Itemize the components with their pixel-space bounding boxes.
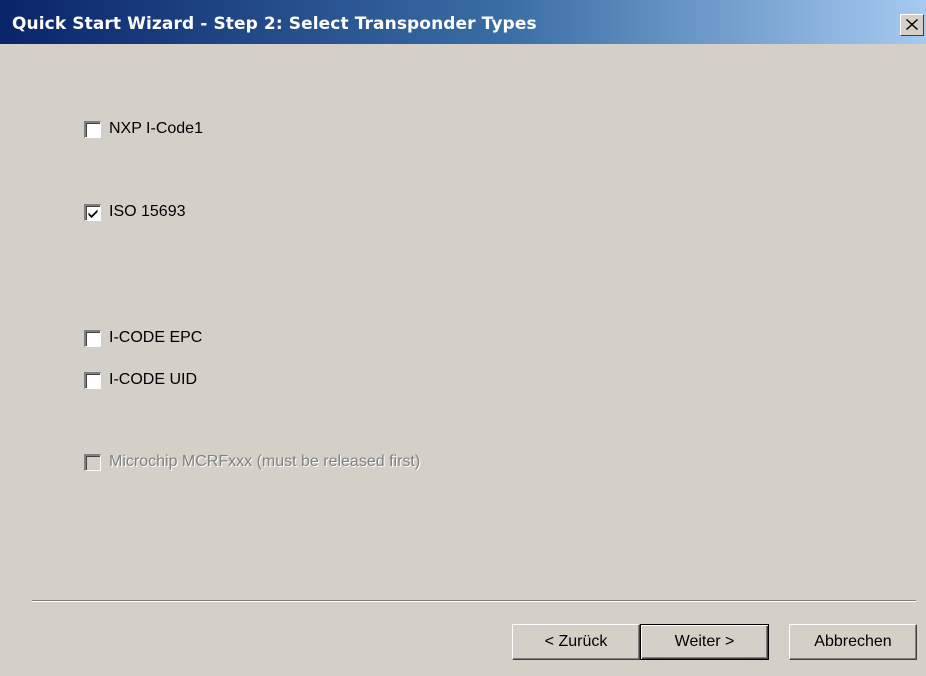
option-label: Microchip MCRFxxx (must be released firs… (109, 453, 421, 470)
option-nxp-icode1[interactable]: NXP I-Code1 (84, 119, 203, 139)
option-icode-epc[interactable]: I-CODE EPC (84, 328, 202, 348)
window-title: Quick Start Wizard - Step 2: Select Tran… (12, 14, 537, 34)
wizard-window: Quick Start Wizard - Step 2: Select Tran… (0, 0, 926, 676)
option-icode-uid[interactable]: I-CODE UID (84, 370, 197, 390)
checkbox-microchip-mcrfxxx (84, 453, 101, 471)
checkbox-nxp-icode1[interactable] (84, 120, 101, 138)
next-button[interactable]: Weiter > (640, 624, 769, 660)
option-microchip-mcrfxxx: Microchip MCRFxxx (must be released firs… (84, 452, 420, 472)
option-iso-15693[interactable]: ISO 15693 (84, 202, 186, 222)
checkbox-icode-epc[interactable] (84, 329, 101, 347)
checkbox-icode-uid[interactable] (84, 371, 101, 389)
title-bar: Quick Start Wizard - Step 2: Select Tran… (0, 0, 926, 44)
checkbox-iso-15693[interactable] (84, 203, 101, 221)
checkmark-icon (88, 209, 98, 218)
cancel-button[interactable]: Abbrechen (789, 624, 917, 660)
option-label: I-CODE EPC (109, 329, 203, 346)
option-label: ISO 15693 (109, 203, 186, 220)
option-label: I-CODE UID (109, 371, 197, 388)
option-label: NXP I-Code1 (109, 120, 203, 137)
close-button[interactable] (900, 14, 924, 36)
back-button[interactable]: < Zurück (512, 624, 640, 660)
separator-line (32, 600, 916, 602)
close-icon (906, 16, 918, 34)
